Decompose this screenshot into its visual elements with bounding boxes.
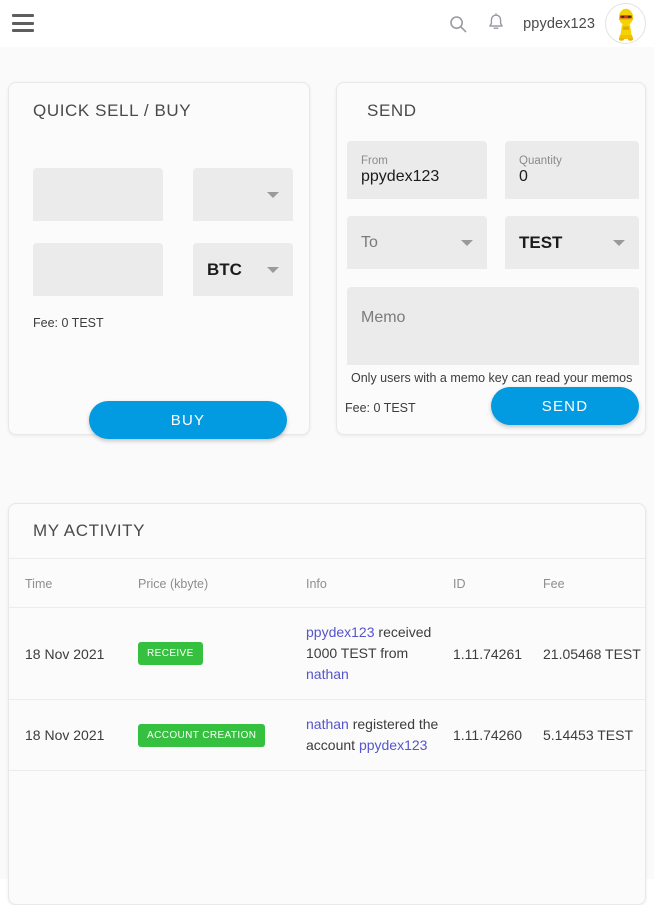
send-from-label: From: [361, 154, 388, 167]
send-fee-label: Fee: 0 TEST: [345, 401, 416, 415]
cell-price: RECEIVE: [138, 607, 306, 700]
cell-fee: 5.14453 TEST: [543, 699, 645, 771]
table-header-row: Time Price (kbyte) Info ID Fee: [9, 559, 645, 608]
search-icon[interactable]: [439, 5, 477, 43]
status-badge: ACCOUNT CREATION: [138, 723, 266, 747]
column-header-id: ID: [453, 559, 543, 608]
my-activity-title: MY ACTIVITY: [33, 521, 146, 540]
quick-fee-label: Fee: 0 TEST: [33, 316, 104, 330]
cell-id: 1.11.74260: [453, 699, 543, 771]
column-header-fee: Fee: [543, 559, 645, 608]
cell-time: 18 Nov 2021: [9, 699, 138, 771]
cell-info: nathan registered the account ppydex123: [306, 699, 453, 771]
send-asset-select[interactable]: TEST: [505, 216, 639, 269]
page-body: QUICK SELL / BUY BTC Fee: 0 TEST BUY SEN…: [0, 47, 654, 905]
user-avatar-icon[interactable]: [605, 3, 646, 44]
buy-button[interactable]: BUY: [89, 401, 287, 439]
table-row[interactable]: 18 Nov 2021 ACCOUNT CREATION nathan regist…: [9, 699, 645, 771]
send-to-placeholder: To: [361, 233, 378, 251]
send-card: SEND From ppydex123 Quantity 0 To TEST M…: [336, 82, 646, 435]
info-text: registered: [352, 716, 415, 732]
info-text: 1000 TEST: [306, 645, 377, 661]
status-badge: RECEIVE: [138, 642, 203, 665]
chevron-down-icon: [461, 239, 473, 246]
send-from-field[interactable]: From ppydex123: [347, 141, 487, 199]
hamburger-bar: [12, 14, 34, 17]
send-quantity-value: 0: [519, 167, 528, 185]
cell-price: ACCOUNT CREATION: [138, 699, 306, 771]
cell-info: ppydex123 received 1000 TEST from nathan: [306, 607, 453, 700]
column-header-time: Time: [9, 559, 138, 608]
send-button[interactable]: SEND: [491, 387, 639, 425]
info-account-link[interactable]: nathan: [306, 666, 349, 682]
send-memo-placeholder: Memo: [361, 309, 406, 326]
activity-table: Time Price (kbyte) Info ID Fee 18 Nov 20…: [9, 559, 645, 771]
info-account-link[interactable]: nathan: [306, 716, 349, 732]
quick-sell-buy-card: QUICK SELL / BUY BTC Fee: 0 TEST BUY: [8, 82, 310, 439]
top-bar: ppydex123: [0, 0, 654, 47]
send-to-select[interactable]: To: [347, 216, 487, 269]
column-header-price: Price (kbyte): [138, 559, 306, 608]
send-memo-hint: Only users with a memo key can read your…: [351, 371, 633, 385]
activity-table-body: 18 Nov 2021 RECEIVE ppydex123 received 100…: [9, 607, 645, 771]
info-account-link[interactable]: ppydex123: [359, 737, 428, 753]
send-memo-input[interactable]: Memo: [347, 287, 639, 365]
info-account-link[interactable]: ppydex123: [306, 624, 375, 640]
bell-icon[interactable]: [477, 5, 515, 43]
info-text: from: [380, 645, 409, 661]
chevron-down-icon: [613, 239, 625, 246]
top-bar-actions: ppydex123: [439, 0, 646, 47]
quick-sell-buy-title: QUICK SELL / BUY: [33, 101, 192, 120]
column-header-info: Info: [306, 559, 453, 608]
account-name[interactable]: ppydex123: [523, 16, 595, 32]
chevron-down-icon: [267, 191, 279, 198]
cell-fee: 21.05468 TEST: [543, 607, 645, 700]
cell-id: 1.11.74261: [453, 607, 543, 700]
hamburger-bar: [12, 29, 34, 32]
quick-asset-select[interactable]: [193, 168, 293, 221]
my-activity-card: MY ACTIVITY Time Price (kbyte) Info ID F…: [8, 503, 646, 905]
info-text: account: [306, 737, 356, 753]
quick-pair-value: BTC: [207, 259, 242, 279]
info-text: received: [378, 624, 432, 640]
quick-pair-select[interactable]: BTC: [193, 243, 293, 296]
table-row[interactable]: 18 Nov 2021 RECEIVE ppydex123 received 100…: [9, 607, 645, 700]
info-text: the: [418, 716, 439, 732]
send-from-value: ppydex123: [361, 167, 440, 185]
hamburger-bar: [12, 21, 34, 25]
send-title: SEND: [367, 101, 417, 120]
send-quantity-label: Quantity: [519, 154, 562, 167]
send-quantity-field[interactable]: Quantity 0: [505, 141, 639, 199]
cell-time: 18 Nov 2021: [9, 607, 138, 700]
chevron-down-icon: [267, 266, 279, 273]
quick-total-input[interactable]: [33, 243, 163, 296]
send-asset-value: TEST: [519, 232, 563, 252]
hamburger-menu-icon[interactable]: [12, 14, 34, 32]
quick-amount-input[interactable]: [33, 168, 163, 221]
my-activity-header: MY ACTIVITY: [9, 504, 645, 559]
